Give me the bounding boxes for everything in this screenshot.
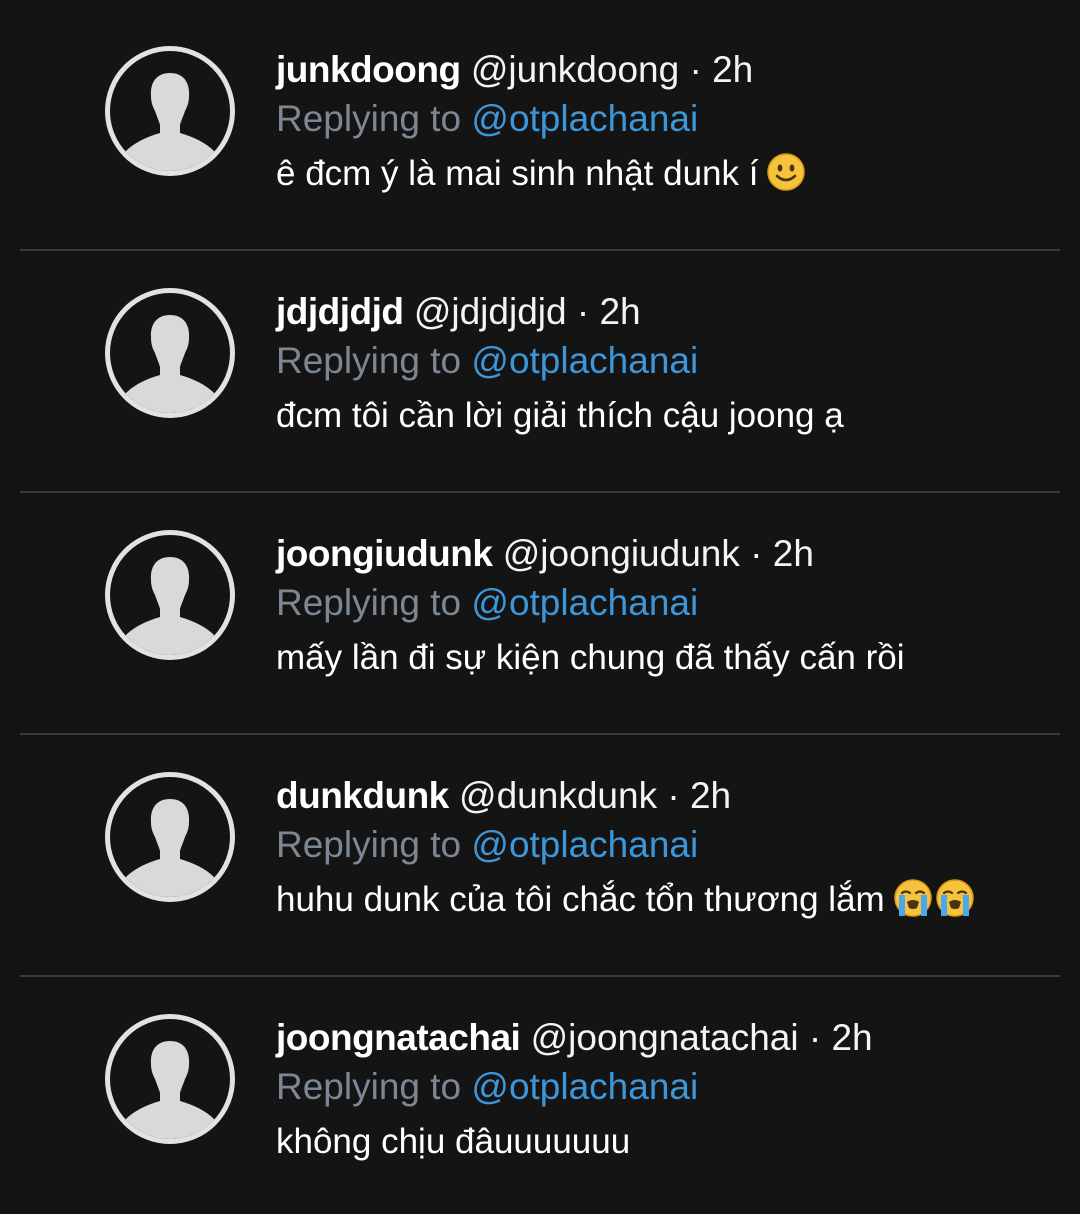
replying-to-line: Replying to @otplachanai: [276, 1064, 1050, 1110]
replying-to-label: Replying to: [276, 824, 462, 865]
avatar[interactable]: [105, 46, 235, 176]
separator-dot: ·: [689, 49, 702, 90]
reply-header: junkdoong @junkdoong · 2h: [276, 44, 1050, 96]
default-profile-silhouette-icon: [126, 799, 214, 897]
loudly-crying-face-emoji: [935, 875, 975, 939]
reply-content: jdjdjdjd @jdjdjdjd · 2h Replying to @otpl…: [276, 286, 1050, 448]
reply-header: joongnatachai @joongnatachai · 2h: [276, 1012, 1050, 1064]
reply-body: ê đcm ý là mai sinh nhật dunk í: [276, 142, 1050, 213]
default-profile-silhouette-icon: [126, 73, 214, 171]
reply-to-mention-link[interactable]: @otplachanai: [471, 340, 698, 381]
reply-item[interactable]: junkdoong @junkdoong · 2h Replying to @ot…: [0, 0, 1080, 251]
reply-to-mention-link[interactable]: @otplachanai: [471, 582, 698, 623]
reply-body: đcm tôi cần lời giải thích cậu joong ạ: [276, 384, 1050, 448]
reply-item[interactable]: dunkdunk @dunkdunk · 2h Replying to @otpl…: [0, 726, 1080, 977]
reply-item[interactable]: jdjdjdjd @jdjdjdjd · 2h Replying to @otpl…: [0, 242, 1080, 493]
reply-content: junkdoong @junkdoong · 2h Replying to @ot…: [276, 44, 1050, 213]
reply-text: đcm tôi cần lời giải thích cậu joong ạ: [276, 396, 844, 435]
display-name[interactable]: dunkdunk: [276, 775, 449, 816]
avatar[interactable]: [105, 288, 235, 418]
replying-to-label: Replying to: [276, 1066, 462, 1107]
default-profile-silhouette-icon: [126, 1041, 214, 1139]
reply-content: joongiudunk @joongiudunk · 2h Replying to…: [276, 528, 1050, 690]
reply-header: dunkdunk @dunkdunk · 2h: [276, 770, 1050, 822]
replying-to-label: Replying to: [276, 98, 462, 139]
replying-to-label: Replying to: [276, 582, 462, 623]
default-profile-silhouette-icon: [126, 557, 214, 655]
reply-body: mấy lần đi sự kiện chung đã thấy cấn rồi: [276, 626, 1050, 690]
reply-item[interactable]: joongiudunk @joongiudunk · 2h Replying to…: [0, 484, 1080, 735]
replying-to-label: Replying to: [276, 340, 462, 381]
replying-to-line: Replying to @otplachanai: [276, 338, 1050, 384]
replying-to-line: Replying to @otplachanai: [276, 822, 1050, 868]
reply-header: joongiudunk @joongiudunk · 2h: [276, 528, 1050, 580]
reply-text: huhu dunk của tôi chắc tổn thương lắm: [276, 880, 885, 919]
reply-text: mấy lần đi sự kiện chung đã thấy cấn rồi: [276, 638, 905, 677]
timestamp[interactable]: 2h: [690, 775, 731, 816]
user-handle[interactable]: @joongiudunk: [503, 533, 740, 574]
user-handle[interactable]: @jdjdjdjd: [414, 291, 567, 332]
timestamp[interactable]: 2h: [773, 533, 814, 574]
reply-body: không chịu đâuuuuuuu: [276, 1110, 1050, 1174]
display-name[interactable]: junkdoong: [276, 49, 461, 90]
display-name[interactable]: joongiudunk: [276, 533, 493, 574]
loudly-crying-face-emoji: [893, 875, 933, 939]
replies-feed: junkdoong @junkdoong · 2h Replying to @ot…: [0, 0, 1080, 1214]
timestamp[interactable]: 2h: [831, 1017, 872, 1058]
default-profile-silhouette-icon: [126, 315, 214, 413]
slightly-smiling-face-emoji: [766, 149, 806, 213]
reply-item[interactable]: joongnatachai @joongnatachai · 2h Replyin…: [0, 968, 1080, 1210]
reply-to-mention-link[interactable]: @otplachanai: [471, 1066, 698, 1107]
user-handle[interactable]: @junkdoong: [471, 49, 679, 90]
separator-dot: ·: [808, 1017, 822, 1058]
display-name[interactable]: joongnatachai: [276, 1017, 521, 1058]
reply-text: không chịu đâuuuuuuu: [276, 1122, 631, 1161]
timestamp[interactable]: 2h: [599, 291, 640, 332]
avatar[interactable]: [105, 530, 235, 660]
reply-to-mention-link[interactable]: @otplachanai: [471, 98, 698, 139]
display-name[interactable]: jdjdjdjd: [276, 291, 404, 332]
replying-to-line: Replying to @otplachanai: [276, 96, 1050, 142]
reply-content: joongnatachai @joongnatachai · 2h Replyin…: [276, 1012, 1050, 1174]
reply-text: ê đcm ý là mai sinh nhật dunk í: [276, 154, 759, 193]
separator-dot: ·: [750, 533, 763, 574]
reply-content: dunkdunk @dunkdunk · 2h Replying to @otpl…: [276, 770, 1050, 939]
timestamp[interactable]: 2h: [712, 49, 753, 90]
replying-to-line: Replying to @otplachanai: [276, 580, 1050, 626]
separator-dot: ·: [667, 775, 680, 816]
reply-to-mention-link[interactable]: @otplachanai: [471, 824, 698, 865]
reply-header: jdjdjdjd @jdjdjdjd · 2h: [276, 286, 1050, 338]
reply-body: huhu dunk của tôi chắc tổn thương lắm: [276, 868, 1050, 939]
avatar[interactable]: [105, 772, 235, 902]
user-handle[interactable]: @joongnatachai: [531, 1017, 799, 1058]
separator-dot: ·: [576, 291, 590, 332]
avatar[interactable]: [105, 1014, 235, 1144]
user-handle[interactable]: @dunkdunk: [459, 775, 657, 816]
